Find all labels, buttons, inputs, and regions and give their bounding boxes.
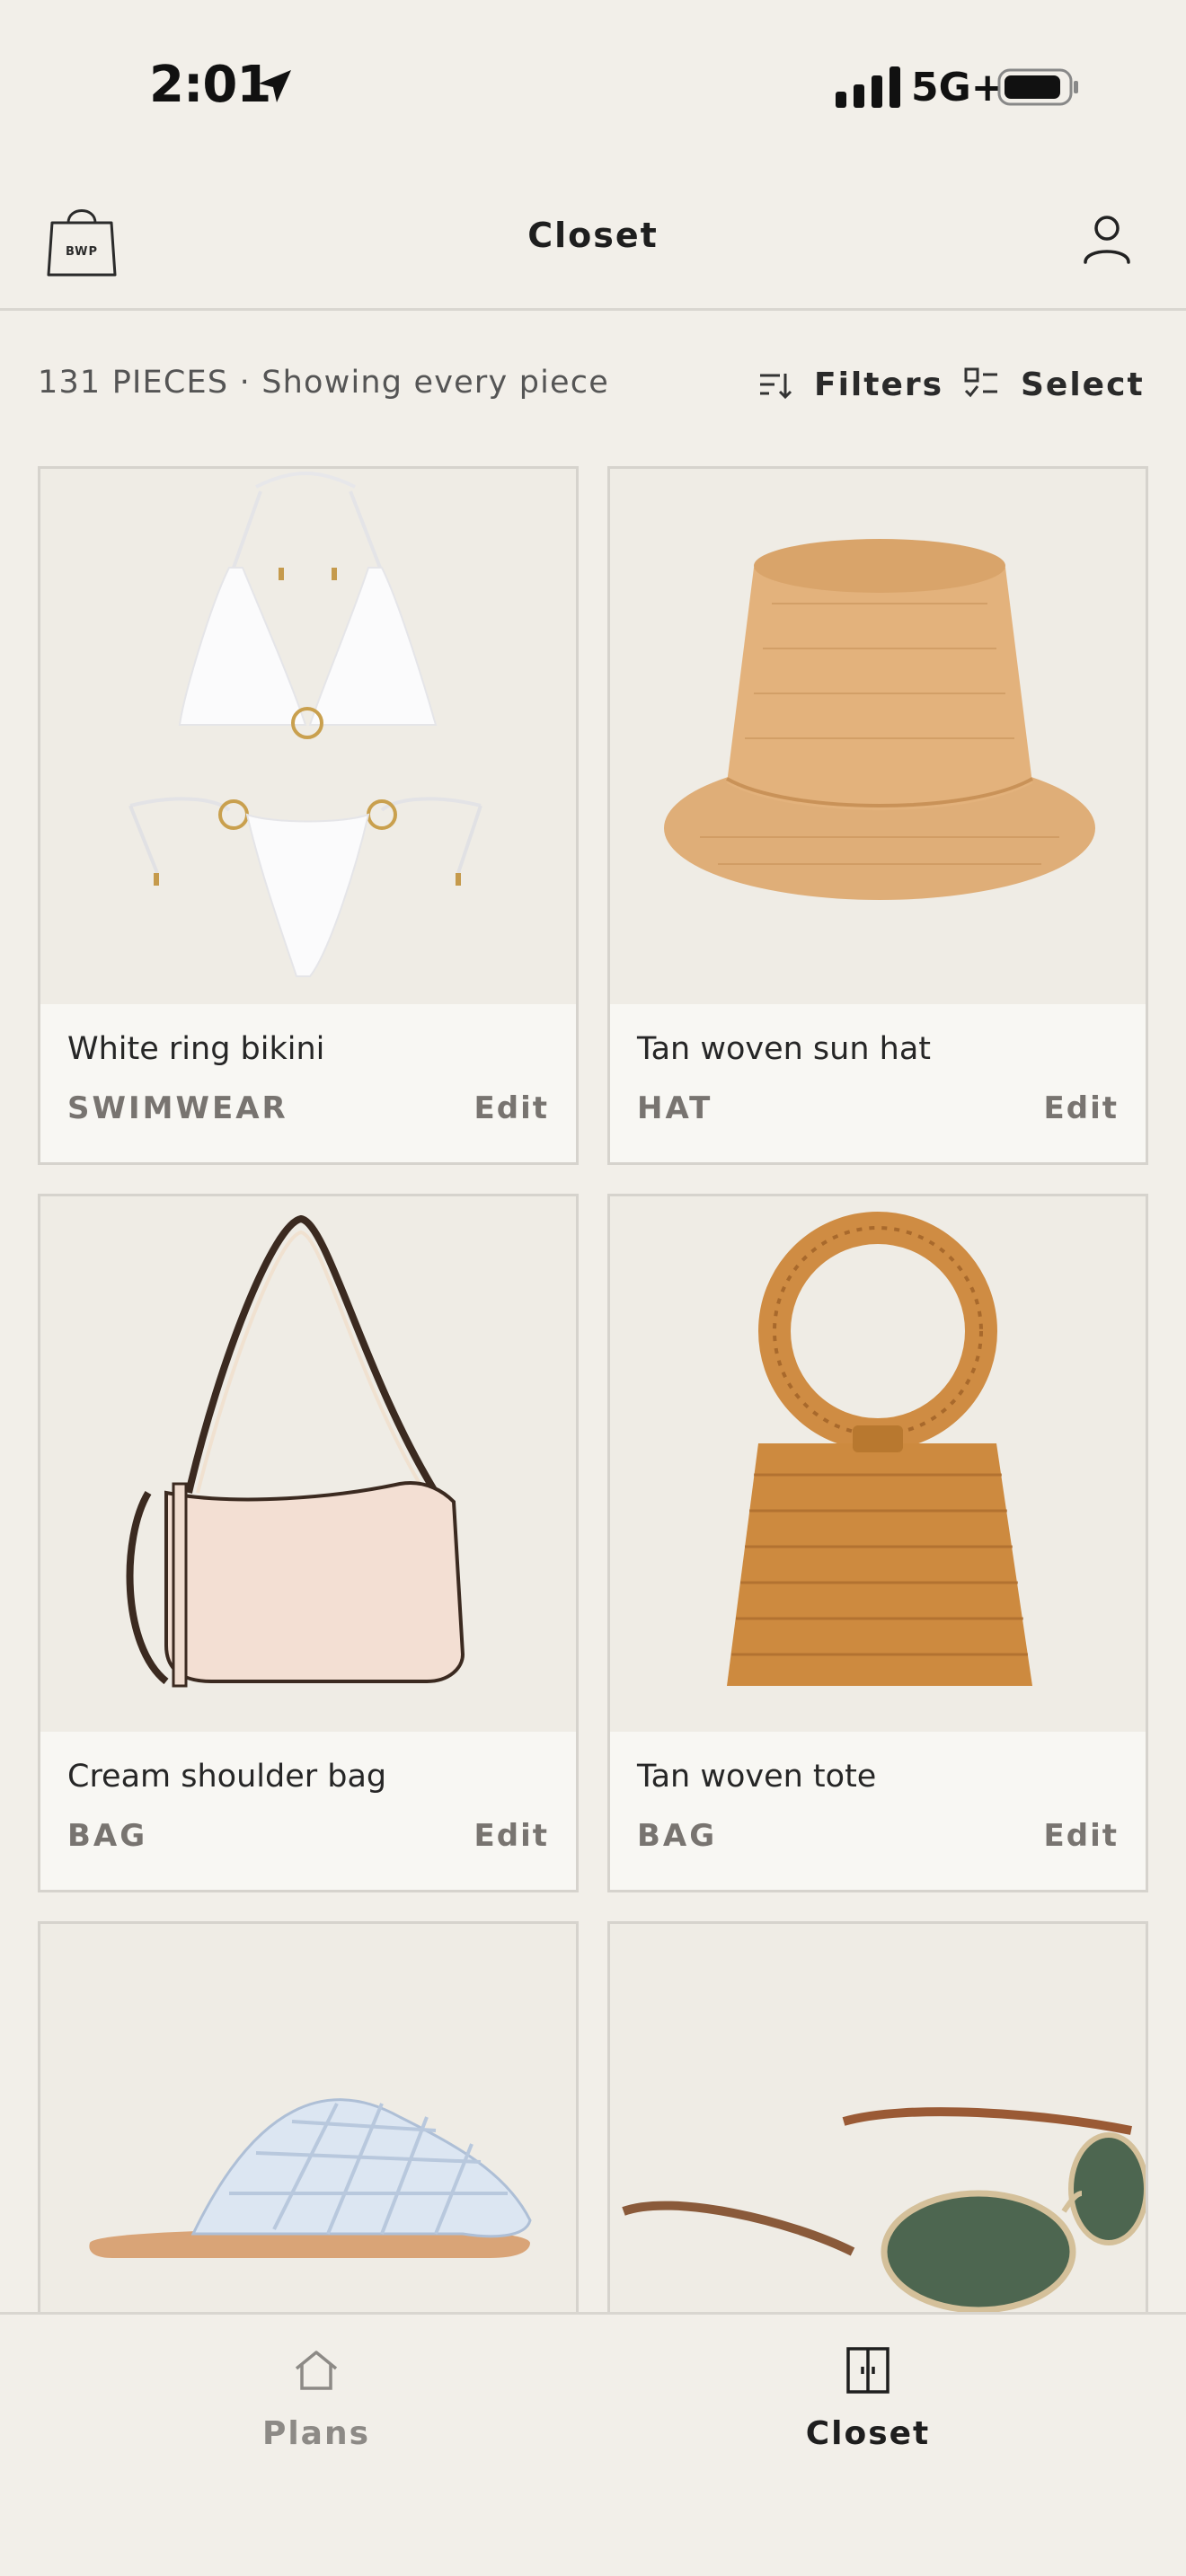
item-name: Tan woven sun hat [637,1031,932,1067]
edit-button[interactable]: Edit [1044,1090,1119,1126]
item-name: Tan woven tote [637,1759,877,1795]
tab-plans[interactable]: Plans [181,2345,451,2480]
closet-item-card[interactable]: Tan woven sun hat HAT Edit [607,466,1148,1165]
edit-button[interactable]: Edit [474,1090,549,1126]
item-category: BAG [637,1818,718,1854]
cellular-signal-icon [836,66,900,108]
network-label: 5G+ [911,65,1005,110]
closet-toolbar: 131 PIECES · Showing every piece Filters… [0,311,1186,463]
item-image [40,469,576,1004]
white-bikini-image [128,472,482,977]
closet-item-card[interactable] [607,1921,1148,2312]
closet-item-card[interactable]: Cream shoulder bag BAG Edit [38,1194,579,1892]
edit-button[interactable]: Edit [474,1818,549,1854]
tab-label: Plans [261,2415,371,2452]
item-name: White ring bikini [67,1031,325,1067]
profile-icon[interactable] [1078,210,1136,268]
oval-sunglasses-image [622,2107,1146,2312]
tab-closet[interactable]: Closet [733,2345,1003,2480]
mesh-flat-mule-image [89,2098,532,2258]
item-name: Cream shoulder bag [67,1759,387,1795]
battery-icon [997,68,1078,106]
sort-filter-icon [760,374,792,400]
rattan-ring-handle-bag-image [727,1212,1032,1686]
item-category: SWIMWEAR [67,1090,288,1126]
top-header: BWP Closet [0,162,1186,311]
item-image [40,1924,576,2312]
page-title: Closet [527,216,659,255]
item-image [610,469,1146,1004]
status-time: 2:01 [149,56,271,114]
closet-screen: 2:01 5G+ BWP Closet 131 PIECES · Showing… [0,0,1186,2576]
straw-bucket-hat-image [664,539,1095,900]
item-footer: Tan woven tote BAG Edit [610,1732,1146,1890]
closet-item-card[interactable]: Tan woven tote BAG Edit [607,1194,1148,1892]
item-footer: Cream shoulder bag BAG Edit [40,1732,576,1890]
piece-count-summary: 131 PIECES · Showing every piece [38,365,609,401]
wardrobe-icon [846,2347,890,2394]
item-footer: Tan woven sun hat HAT Edit [610,1004,1146,1162]
bottom-tab-bar: Plans Closet [0,2312,1186,2576]
location-arrow-icon [259,70,291,102]
cream-shoulder-bag-image [126,1214,465,1688]
filters-button[interactable]: Filters [757,359,943,410]
home-icon [295,2351,338,2390]
edit-button[interactable]: Edit [1044,1818,1119,1854]
closet-item-grid: White ring bikini SWIMWEAR Edit Tan wove… [38,466,1148,2312]
select-button[interactable]: Select [963,359,1145,410]
status-bar: 2:01 5G+ [0,0,1186,162]
item-footer: White ring bikini SWIMWEAR Edit [40,1004,576,1162]
item-image [40,1196,576,1732]
closet-item-card[interactable] [38,1921,579,2312]
filters-label: Filters [814,366,944,403]
tab-label: Closet [805,2415,931,2452]
item-image [610,1924,1146,2312]
select-label: Select [1021,366,1145,403]
checklist-icon [964,367,997,398]
item-category: HAT [637,1090,713,1126]
item-image [610,1196,1146,1732]
item-category: BAG [67,1818,148,1854]
closet-item-card[interactable]: White ring bikini SWIMWEAR Edit [38,466,579,1165]
